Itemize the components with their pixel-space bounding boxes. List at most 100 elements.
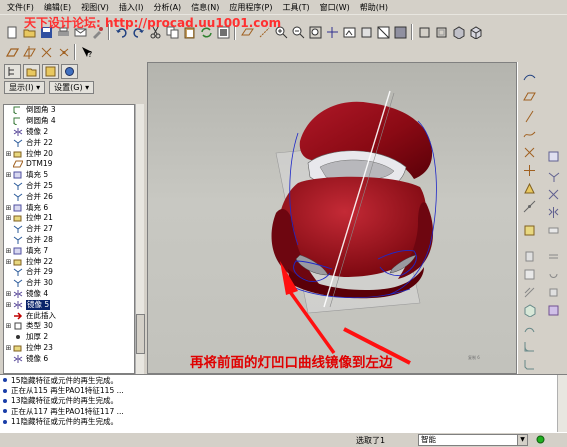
measure-tool-icon[interactable] bbox=[521, 198, 537, 214]
model-tree-item[interactable]: 合并 26 bbox=[4, 191, 134, 202]
message-scrollbar[interactable] bbox=[557, 375, 567, 433]
trim-tool-icon[interactable] bbox=[545, 186, 561, 202]
expand-icon[interactable]: ⊞ bbox=[4, 214, 13, 222]
model-tree-item[interactable]: ⊞ 镜像 5 bbox=[4, 299, 134, 310]
expand-icon[interactable]: ⊞ bbox=[4, 258, 13, 266]
tab-folder-browser[interactable] bbox=[23, 64, 40, 79]
saved-views-icon[interactable] bbox=[341, 24, 357, 40]
graphics-viewport[interactable]: 复制 6 再将前面的灯凹口曲线镜像到左边 bbox=[147, 62, 517, 374]
datum-plane-tool-icon[interactable] bbox=[521, 88, 537, 104]
model-tree-item[interactable]: 镜像 6 bbox=[4, 353, 134, 364]
model-tree-item[interactable]: 倒圆角 3 bbox=[4, 105, 134, 116]
shaded-cube-icon[interactable] bbox=[450, 24, 466, 40]
datum-plane-icon[interactable] bbox=[4, 44, 20, 60]
tab-web-browser[interactable] bbox=[61, 64, 78, 79]
datum-point-icon[interactable] bbox=[38, 44, 54, 60]
model-tree-item[interactable]: 合并 25 bbox=[4, 181, 134, 192]
pattern-tool-icon[interactable] bbox=[545, 302, 561, 318]
model-tree-item[interactable]: ⊞ 拉伸 22 bbox=[4, 256, 134, 267]
tree-scrollbar[interactable] bbox=[135, 104, 145, 374]
menu-help[interactable]: 帮助(H) bbox=[355, 0, 393, 15]
mirror-tool-icon[interactable] bbox=[545, 204, 561, 220]
show-menu-button[interactable]: 显示(I) ▾ bbox=[4, 81, 46, 94]
selection-filter-select[interactable]: 智能 ▼ bbox=[418, 434, 528, 446]
menu-tools[interactable]: 工具(T) bbox=[278, 0, 315, 15]
expand-icon[interactable]: ⊞ bbox=[4, 322, 13, 330]
reorient-icon[interactable] bbox=[324, 24, 340, 40]
fill-surface-tool-icon[interactable] bbox=[545, 148, 561, 164]
datum-axis-icon[interactable] bbox=[21, 44, 37, 60]
csys-tool-icon[interactable] bbox=[521, 162, 537, 178]
model-tree-item[interactable]: ⊞ 填充 5 bbox=[4, 170, 134, 181]
context-help-icon[interactable]: ? bbox=[79, 44, 95, 60]
extend-tool-icon[interactable] bbox=[545, 222, 561, 238]
expand-icon[interactable]: ⊞ bbox=[4, 150, 13, 158]
menu-applications[interactable]: 应用程序(P) bbox=[224, 0, 277, 15]
expand-icon[interactable]: ⊞ bbox=[4, 204, 13, 212]
tab-model-tree[interactable] bbox=[4, 64, 21, 79]
model-tree-item[interactable]: 合并 27 bbox=[4, 224, 134, 235]
menu-file[interactable]: 文件(F) bbox=[2, 0, 39, 15]
revolve-tool-icon[interactable] bbox=[521, 248, 537, 264]
no-hidden-icon[interactable] bbox=[433, 24, 449, 40]
enhanced-cube-icon[interactable] bbox=[467, 24, 483, 40]
model-tree-item[interactable]: 合并 29 bbox=[4, 267, 134, 278]
tree-scroll-thumb[interactable] bbox=[136, 314, 145, 354]
datum-point-tool-icon[interactable] bbox=[521, 144, 537, 160]
curve-tool-icon[interactable] bbox=[521, 126, 537, 142]
tab-favorites[interactable] bbox=[42, 64, 59, 79]
model-tree-item[interactable]: ⊞ 拉伸 23 bbox=[4, 343, 134, 354]
sweep-tool-icon[interactable] bbox=[521, 266, 537, 282]
extrude-tool-icon[interactable] bbox=[521, 222, 537, 238]
thicken-tool-icon[interactable] bbox=[545, 266, 561, 282]
model-tree-item[interactable]: 倒圆角 4 bbox=[4, 116, 134, 127]
model-tree-item[interactable]: ⊞ 拉伸 20 bbox=[4, 148, 134, 159]
model-tree-item[interactable]: ⊞ 类型 30 bbox=[4, 321, 134, 332]
analysis-tool-icon[interactable] bbox=[521, 180, 537, 196]
menu-info[interactable]: 信息(N) bbox=[186, 0, 224, 15]
wireframe-icon[interactable] bbox=[375, 24, 391, 40]
expand-icon[interactable]: ⊞ bbox=[4, 344, 13, 352]
offset-tool-icon[interactable] bbox=[545, 248, 561, 264]
model-tree-item[interactable]: ⊞ 镜像 4 bbox=[4, 289, 134, 300]
layers-icon[interactable] bbox=[358, 24, 374, 40]
model-tree-item[interactable]: 在此插入 bbox=[4, 310, 134, 321]
menu-edit[interactable]: 编辑(E) bbox=[39, 0, 76, 15]
menu-window[interactable]: 窗口(W) bbox=[315, 0, 355, 15]
model-tree-item[interactable]: 合并 30 bbox=[4, 278, 134, 289]
chamfer-tool-icon[interactable] bbox=[521, 356, 537, 372]
model-tree-item[interactable]: DTM19 bbox=[4, 159, 134, 170]
blend-tool-icon[interactable] bbox=[521, 284, 537, 300]
coordinate-system-icon[interactable] bbox=[55, 44, 71, 60]
model-tree-item[interactable]: ⊞ 填充 7 bbox=[4, 245, 134, 256]
menu-view[interactable]: 视图(V) bbox=[76, 0, 114, 15]
zoom-fit-icon[interactable] bbox=[307, 24, 323, 40]
menu-analysis[interactable]: 分析(A) bbox=[148, 0, 186, 15]
shell-tool-icon[interactable] bbox=[521, 302, 537, 318]
model-tree-item[interactable]: 加厚 2 bbox=[4, 332, 134, 343]
expand-icon[interactable]: ⊞ bbox=[4, 301, 13, 309]
settings-menu-button[interactable]: 设置(G) ▾ bbox=[49, 81, 95, 94]
corner-note: 复制 6 bbox=[468, 354, 480, 360]
new-file-icon[interactable] bbox=[4, 24, 20, 40]
shading-icon[interactable] bbox=[392, 24, 408, 40]
fill-icon bbox=[13, 247, 22, 255]
expand-icon[interactable]: ⊞ bbox=[4, 290, 13, 298]
chevron-down-icon[interactable]: ▼ bbox=[517, 435, 527, 445]
model-tree-item[interactable]: 镜像 2 bbox=[4, 127, 134, 138]
expand-icon[interactable]: ⊞ bbox=[4, 247, 13, 255]
sketch-icon[interactable] bbox=[521, 68, 537, 84]
rib-tool-icon[interactable] bbox=[521, 320, 537, 336]
hidden-line-icon[interactable] bbox=[416, 24, 432, 40]
merge-tool-icon[interactable] bbox=[545, 168, 561, 184]
model-tree-item[interactable]: ⊞ 填充 6 bbox=[4, 202, 134, 213]
datum-axis-tool-icon[interactable] bbox=[521, 108, 537, 124]
model-tree-item[interactable]: ⊞ 拉伸 21 bbox=[4, 213, 134, 224]
expand-icon[interactable]: ⊞ bbox=[4, 171, 13, 179]
round-tool-icon[interactable] bbox=[521, 338, 537, 354]
model-tree-item[interactable]: 合并 28 bbox=[4, 235, 134, 246]
menu-insert[interactable]: 插入(I) bbox=[114, 0, 149, 15]
model-tree-item[interactable]: 合并 22 bbox=[4, 137, 134, 148]
zoom-out-icon[interactable] bbox=[290, 24, 306, 40]
solidify-tool-icon[interactable] bbox=[545, 284, 561, 300]
